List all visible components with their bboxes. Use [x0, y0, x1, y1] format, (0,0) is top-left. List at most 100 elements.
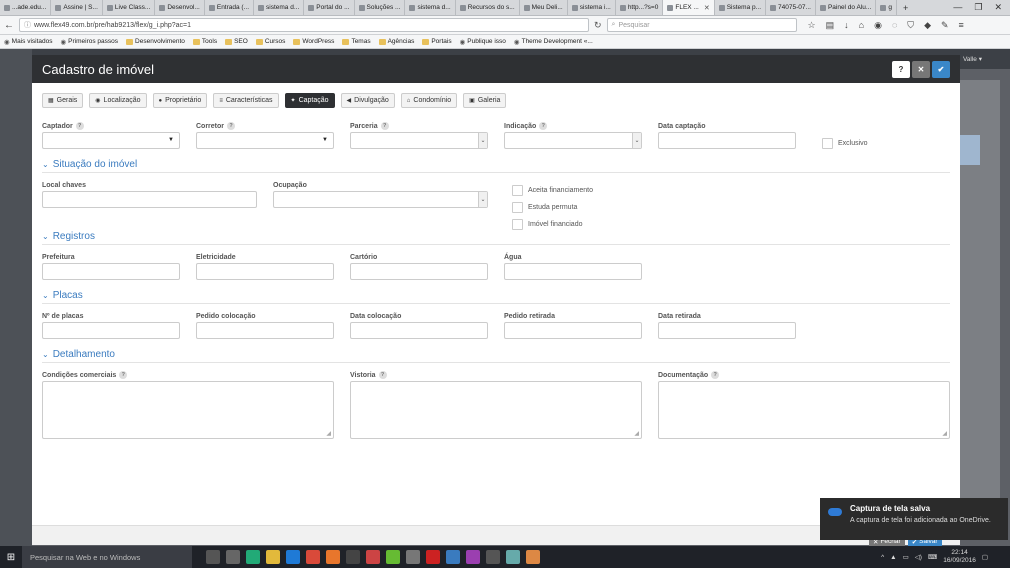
reload-icon[interactable]: ↻	[594, 20, 602, 31]
bookmark-item[interactable]: Portais	[422, 38, 452, 45]
language-icon[interactable]: ⌨	[928, 553, 937, 561]
checkbox-box[interactable]	[512, 219, 523, 230]
volume-icon[interactable]: ◁)	[915, 553, 922, 561]
user-menu[interactable]: Valle ▾	[963, 55, 982, 63]
section-detalhamento[interactable]: ⌄ Detalhamento	[42, 349, 950, 363]
data-retirada-input[interactable]	[658, 322, 796, 339]
battery-icon[interactable]: ▭	[903, 553, 909, 561]
tab-localizacao[interactable]: ◉ Localização	[89, 93, 147, 108]
menu-icon[interactable]: ≡	[959, 20, 964, 31]
documentacao-textarea[interactable]: ◢	[658, 381, 950, 439]
bookmark-item[interactable]: Tools	[192, 38, 217, 45]
browser-tab[interactable]: http...?s=0	[616, 0, 664, 15]
back-icon[interactable]: ←	[4, 20, 14, 31]
local-chaves-input[interactable]	[42, 191, 257, 208]
git-icon[interactable]	[366, 550, 380, 564]
notepadpp-icon[interactable]	[386, 550, 400, 564]
app-icon[interactable]	[406, 550, 420, 564]
acrobat-icon[interactable]	[426, 550, 440, 564]
inkscape-icon[interactable]	[346, 550, 360, 564]
home-icon[interactable]: ⌂	[859, 20, 864, 31]
browser-tab[interactable]: FLEX ... ✕	[663, 0, 715, 15]
browser-tab[interactable]: Desenvol...	[155, 0, 205, 15]
browser-tab[interactable]: Soluções ...	[355, 0, 406, 15]
chat-icon[interactable]: ◌	[892, 20, 897, 31]
help-icon[interactable]: ?	[227, 122, 236, 130]
n-placas-input[interactable]	[42, 322, 180, 339]
browser-tab[interactable]: sistema d...	[254, 0, 305, 15]
corretor-select[interactable]: ▼	[196, 132, 334, 149]
tab-divulgacao[interactable]: ◀ Divulgação	[340, 93, 395, 108]
tab-condominio[interactable]: ⌂ Condomínio	[400, 93, 458, 108]
help-icon[interactable]: ?	[119, 371, 128, 379]
estuda-permuta-checkbox[interactable]: Estuda permuta	[512, 199, 593, 216]
browser-tab[interactable]: Portal do ...	[304, 0, 355, 15]
agua-input[interactable]	[504, 263, 642, 280]
browser-tab[interactable]: 74075-07...	[766, 0, 816, 15]
cartorio-input[interactable]	[350, 263, 488, 280]
browser-tab[interactable]: sistema i...	[568, 0, 616, 15]
close-window-icon[interactable]: ✕	[994, 2, 1002, 13]
condicoes-textarea[interactable]: ◢	[42, 381, 334, 439]
browser-tab[interactable]: Painel do Alu...	[816, 0, 877, 15]
sourcetree-icon[interactable]	[246, 550, 260, 564]
browser-tab[interactable]: g	[876, 0, 897, 15]
captador-select[interactable]: ▼	[42, 132, 180, 149]
browser-search-input[interactable]: ⌕ Pesquisar	[606, 18, 797, 32]
ocupacao-select[interactable]: ⌄	[273, 191, 488, 208]
section-placas[interactable]: ⌄ Placas	[42, 290, 950, 304]
confirm-button[interactable]: ✔	[932, 60, 950, 78]
picker-icon[interactable]: ✎	[941, 20, 949, 31]
browser-tab[interactable]: Live Class...	[103, 0, 156, 15]
bookmark-item[interactable]: ◉ Theme Development «...	[514, 38, 593, 46]
aceita-financiamento-checkbox[interactable]: Aceita financiamento	[512, 182, 593, 199]
close-tab-icon[interactable]: ✕	[704, 4, 710, 12]
app-icon[interactable]	[506, 550, 520, 564]
resize-grip-icon[interactable]: ◢	[634, 430, 639, 437]
tab-captacao[interactable]: ✦ Captação	[284, 93, 335, 108]
pocket-icon[interactable]: ◉	[874, 20, 882, 31]
app-icon[interactable]	[526, 550, 540, 564]
browser-tab[interactable]: Sistema p...	[715, 0, 767, 15]
download-icon[interactable]: ↓	[844, 20, 849, 31]
bookmark-item[interactable]: ◉ Primeiros passos	[61, 38, 119, 46]
browser-tab[interactable]: Assine | S...	[51, 0, 103, 15]
bookmark-item[interactable]: Temas	[342, 38, 371, 45]
browser-tab[interactable]: Entrada (...	[205, 0, 255, 15]
pedido-colocacao-input[interactable]	[196, 322, 334, 339]
browser-tab[interactable]: Recursos do s...	[456, 0, 520, 15]
star-icon[interactable]: ☆	[808, 20, 816, 31]
chevron-up-icon[interactable]: ^	[881, 554, 884, 561]
windows-start-icon[interactable]: ⊞	[0, 546, 22, 568]
bookmark-item[interactable]: ◉ Publique isso	[460, 38, 506, 46]
resize-grip-icon[interactable]: ◢	[326, 430, 331, 437]
maximize-icon[interactable]: ❐	[974, 2, 982, 13]
parceria-select[interactable]: ⌄	[350, 132, 488, 149]
help-icon[interactable]: ?	[380, 122, 389, 130]
bookmark-item[interactable]: Agências	[378, 38, 414, 45]
bookmark-item[interactable]: SEO	[225, 38, 248, 45]
vistoria-textarea[interactable]: ◢	[350, 381, 642, 439]
help-icon[interactable]: ?	[711, 371, 720, 379]
task-view-icon[interactable]	[206, 550, 220, 564]
tab-gerais[interactable]: ▦ Gerais	[42, 93, 84, 108]
indicacao-select[interactable]: ⌄	[504, 132, 642, 149]
app-icon[interactable]	[446, 550, 460, 564]
url-input[interactable]: ⓘ www.flex49.com.br/pre/hab9213/flex/g_i…	[19, 18, 589, 32]
help-button[interactable]: ?	[892, 60, 910, 78]
help-icon[interactable]: ?	[378, 371, 387, 379]
taskbar-search[interactable]: Pesquisar na Web e no Windows	[22, 546, 192, 568]
close-button[interactable]: ✕	[912, 60, 930, 78]
eletricidade-input[interactable]	[196, 263, 334, 280]
browser-tab[interactable]: ...ade.edu...	[0, 0, 52, 15]
browser-tab[interactable]: Meu Deli...	[520, 0, 568, 15]
checkbox-box[interactable]	[822, 138, 833, 149]
clock[interactable]: 22:14 16/09/2016	[943, 549, 976, 565]
photos-icon[interactable]	[486, 550, 500, 564]
minimize-icon[interactable]: —	[953, 2, 962, 13]
data-captacao-input[interactable]	[658, 132, 796, 149]
tab-galeria[interactable]: ▣ Galeria	[463, 93, 507, 108]
bookmark-item[interactable]: Desenvolvimento	[126, 38, 185, 45]
help-icon[interactable]: ?	[75, 122, 84, 130]
shield-icon[interactable]: ⛉	[907, 20, 914, 31]
